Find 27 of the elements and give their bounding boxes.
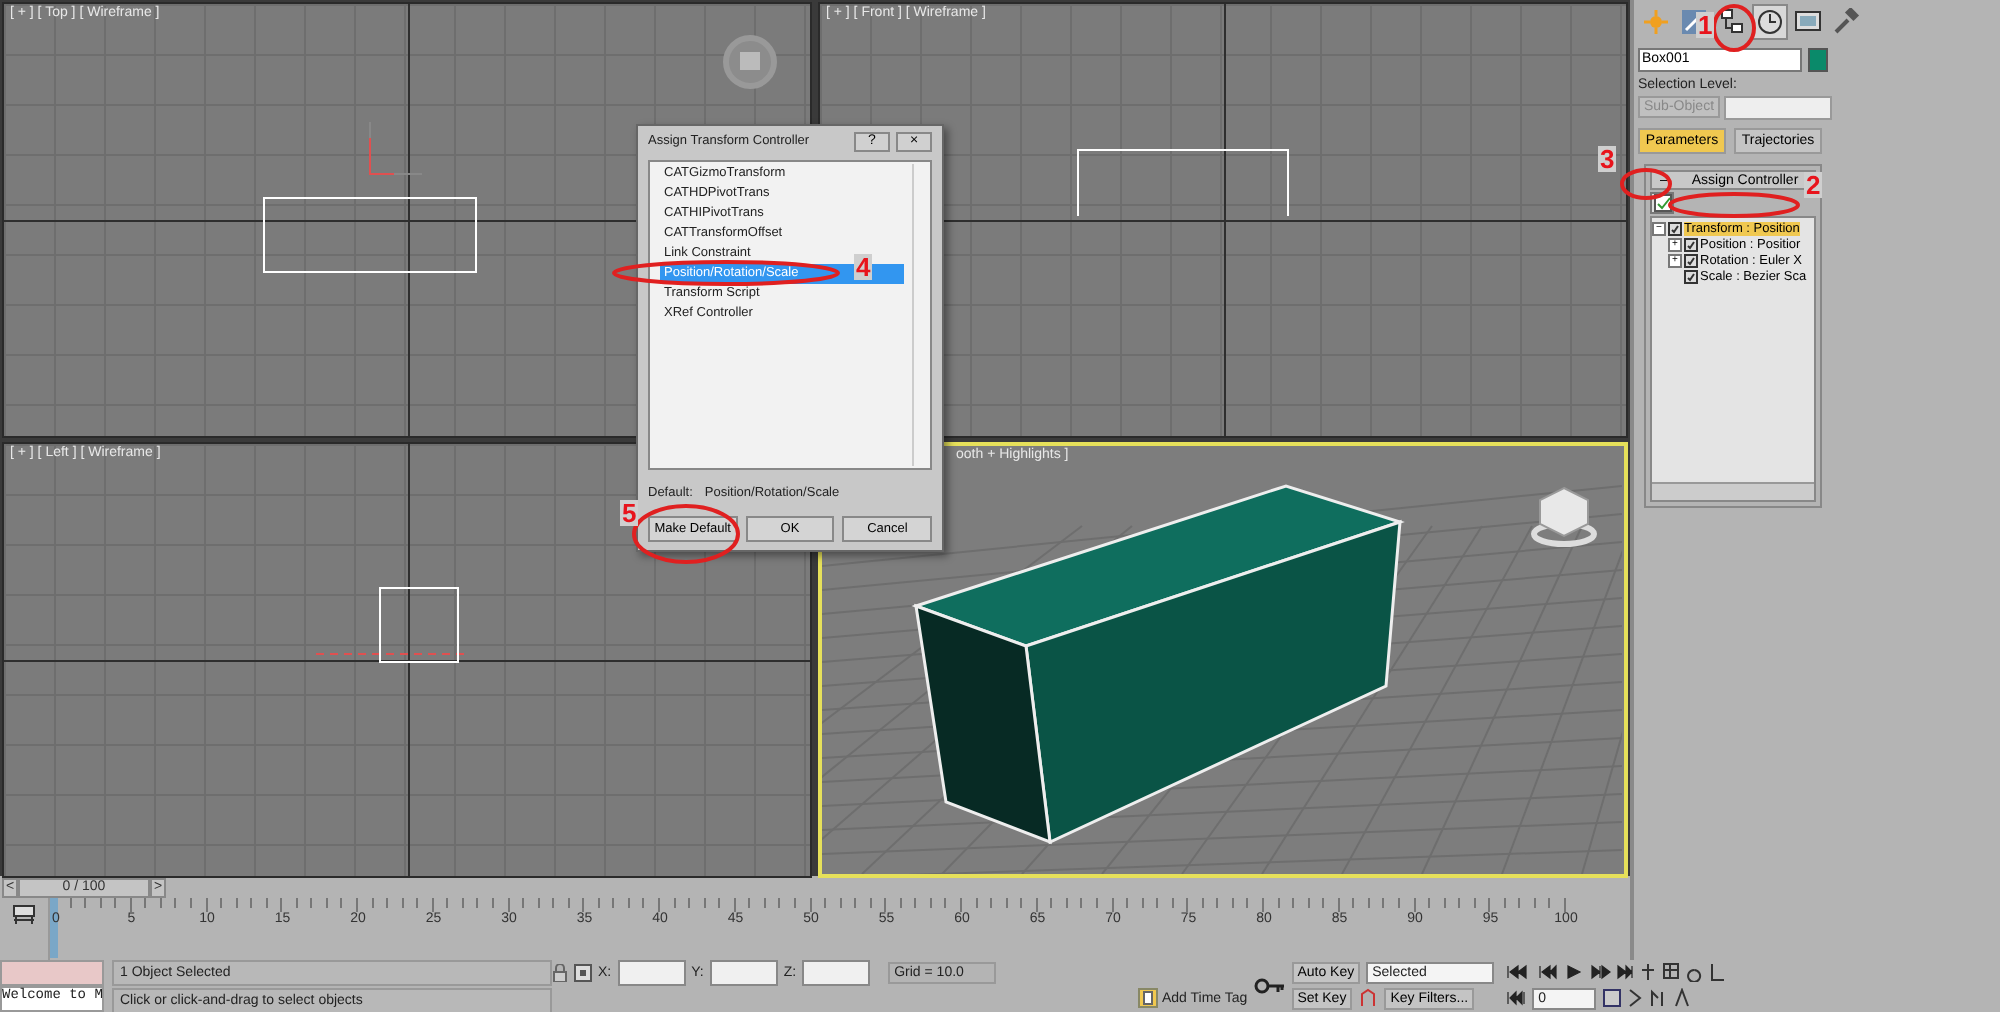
horizontal-scrollbar[interactable] (1652, 482, 1814, 500)
absolute-mode-icon (574, 963, 592, 981)
time-tag-icon (1138, 988, 1158, 1008)
step-number: 1 (1696, 12, 1715, 38)
key-mode-icon (1506, 990, 1527, 1006)
axis-marker-drawing (366, 118, 426, 178)
sub-object-dropdown[interactable] (1724, 96, 1833, 120)
highlight-ellipse (1712, 4, 1756, 52)
track-bar-icon (12, 904, 36, 926)
lock-icon (552, 963, 568, 981)
playback-controls-drawing (1506, 964, 1635, 980)
coordinate-field[interactable] (802, 959, 871, 985)
step-number: 2 (1804, 172, 1823, 198)
object-color-swatch[interactable] (1808, 48, 1828, 72)
key-tangent-icon (1358, 988, 1379, 1008)
box-wireframe (378, 586, 462, 666)
step-number: 5 (620, 500, 639, 526)
viewcube-icon (722, 34, 778, 90)
step-number: 3 (1598, 146, 1617, 172)
key-icon (1253, 978, 1286, 994)
coordinate-field[interactable] (709, 959, 778, 985)
highlight-ellipse (632, 504, 740, 564)
maxscript-mini-listener[interactable] (0, 960, 104, 986)
coordinate-field[interactable] (617, 959, 686, 985)
step-number: 4 (854, 254, 873, 280)
time-cursor[interactable] (50, 898, 58, 958)
clock-icon[interactable] (1752, 4, 1788, 40)
